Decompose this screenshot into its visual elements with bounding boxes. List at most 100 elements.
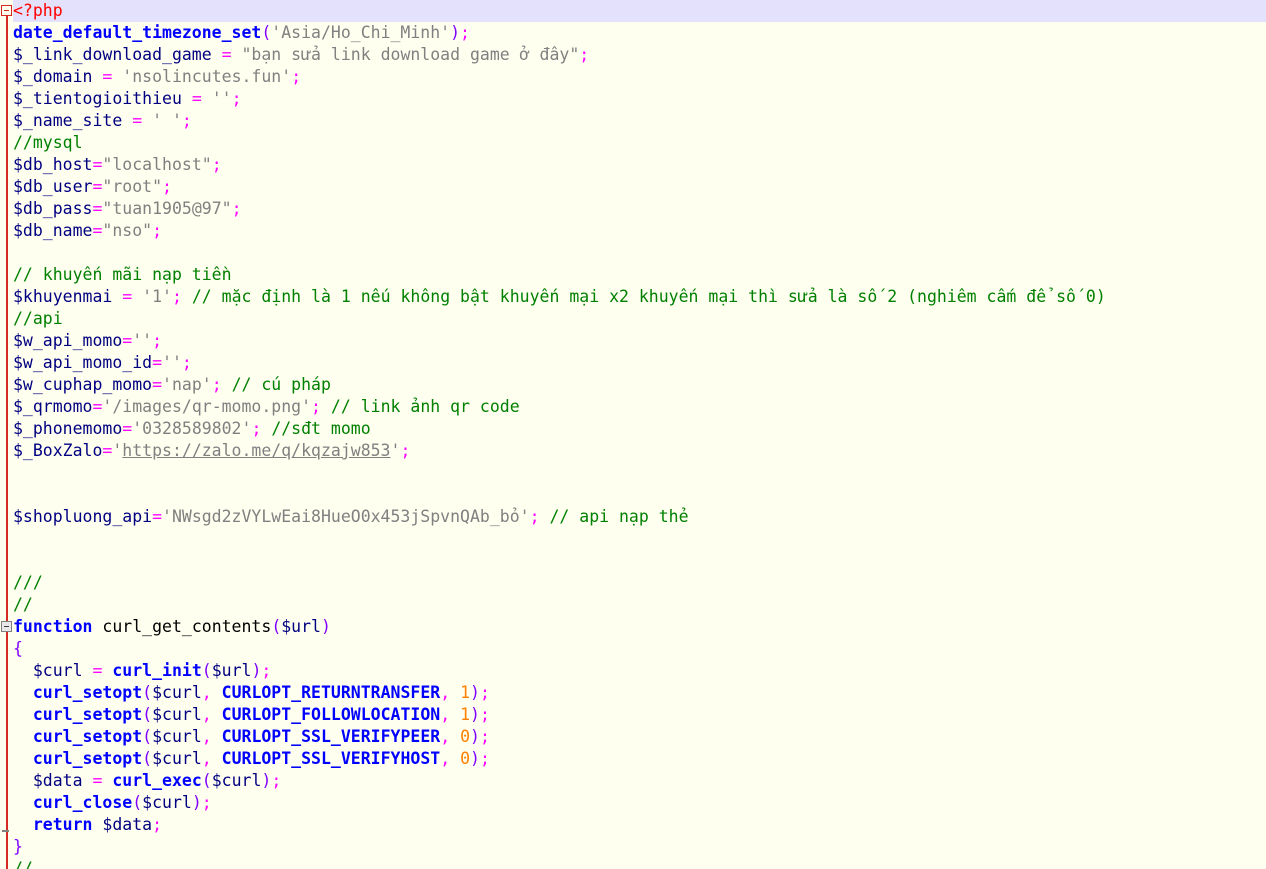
token-var: $_tientogioithieu [13, 89, 182, 108]
token-var: $url [281, 617, 321, 636]
fold-collapse-function-brace[interactable] [1, 621, 12, 632]
code-text-area[interactable]: <?php date_default_timezone_set('Asia/Ho_… [0, 0, 1266, 869]
token-comment: // [13, 859, 33, 869]
code-line[interactable]: // [0, 594, 1266, 616]
fold-collapse-php-block[interactable] [1, 5, 12, 16]
token-default [212, 727, 222, 746]
code-line[interactable]: function curl_get_contents($url) [0, 616, 1266, 638]
token-punct: ) [470, 727, 480, 746]
code-line[interactable]: $_BoxZalo='https://zalo.me/q/kqzajw853'; [0, 440, 1266, 462]
token-default [102, 661, 112, 680]
token-default [102, 771, 112, 790]
token-op: ; [529, 507, 540, 526]
code-line[interactable]: // khuyến mãi nạp tiền [0, 264, 1266, 286]
code-editor-surface[interactable]: <?php date_default_timezone_set('Asia/Ho_… [0, 0, 1266, 869]
fold-end-function-brace[interactable] [2, 830, 9, 832]
code-line[interactable]: $khuyenmai = '1'; // mặc định là 1 nếu k… [0, 286, 1266, 308]
code-line-content: $_name_site = ' '; [0, 110, 192, 132]
token-default [142, 111, 152, 130]
code-line[interactable]: curl_setopt($curl, CURLOPT_FOLLOWLOCATIO… [0, 704, 1266, 726]
token-op: = [92, 397, 103, 416]
code-line[interactable]: curl_close($curl); [0, 792, 1266, 814]
token-comment: //sđt momo [271, 419, 371, 438]
token-default [321, 397, 331, 416]
code-line[interactable]: $_qrmomo='/images/qr-momo.png'; // link … [0, 396, 1266, 418]
token-default [182, 287, 192, 306]
code-line[interactable] [0, 550, 1266, 572]
token-brace: { [13, 639, 23, 658]
token-default [13, 727, 33, 746]
token-func: date_default_timezone_set [13, 23, 262, 42]
fold-margin[interactable] [0, 0, 13, 869]
code-line[interactable]: { [0, 638, 1266, 660]
token-punct: ( [201, 771, 212, 790]
token-default [83, 771, 93, 790]
code-line[interactable]: curl_setopt($curl, CURLOPT_SSL_VERIFYPEE… [0, 726, 1266, 748]
token-var: $curl [152, 705, 202, 724]
code-line-content: curl_setopt($curl, CURLOPT_SSL_VERIFYHOS… [0, 748, 490, 770]
code-line[interactable]: //api [0, 308, 1266, 330]
code-line[interactable] [0, 528, 1266, 550]
code-line[interactable]: $curl = curl_init($url); [0, 660, 1266, 682]
token-punct: ) [321, 617, 331, 636]
token-op: , [440, 705, 451, 724]
token-punct: ( [142, 727, 153, 746]
token-string: "localhost" [102, 155, 212, 174]
code-line[interactable]: //mysql [0, 132, 1266, 154]
code-line[interactable]: } [0, 836, 1266, 858]
token-default [13, 749, 33, 768]
code-line[interactable]: <?php [0, 0, 1266, 22]
token-default [261, 419, 271, 438]
code-line[interactable]: $data = curl_exec($curl); [0, 770, 1266, 792]
token-op: , [201, 749, 212, 768]
code-line-content: $data = curl_exec($curl); [0, 770, 281, 792]
code-line[interactable]: curl_setopt($curl, CURLOPT_RETURNTRANSFE… [0, 682, 1266, 704]
code-line[interactable]: $_link_download_game = "bạn sửa link dow… [0, 44, 1266, 66]
code-line[interactable]: $_domain = 'nsolincutes.fun'; [0, 66, 1266, 88]
token-op: ; [152, 331, 163, 350]
code-line[interactable] [0, 462, 1266, 484]
code-line[interactable]: $db_user="root"; [0, 176, 1266, 198]
code-line[interactable] [0, 484, 1266, 506]
code-line[interactable]: $db_pass="tuan1905@97"; [0, 198, 1266, 220]
token-string: "nso" [102, 221, 153, 240]
code-line-content: $db_host="localhost"; [0, 154, 222, 176]
code-line[interactable]: $w_api_momo=''; [0, 330, 1266, 352]
token-default [212, 749, 222, 768]
code-line[interactable]: $_phonemomo='0328589802'; //sđt momo [0, 418, 1266, 440]
token-op: ; [460, 23, 470, 42]
token-var: $db_pass [13, 199, 93, 218]
token-punct: ( [142, 705, 153, 724]
token-punct: ( [271, 617, 282, 636]
code-line[interactable]: curl_setopt($curl, CURLOPT_SSL_VERIFYHOS… [0, 748, 1266, 770]
token-link[interactable]: https://zalo.me/q/kqzajw853 [122, 441, 390, 460]
code-line[interactable]: $_tientogioithieu = ''; [0, 88, 1266, 110]
code-line[interactable]: /// [0, 572, 1266, 594]
token-op: ; [479, 749, 490, 768]
code-line[interactable]: return $data; [0, 814, 1266, 836]
code-line[interactable]: date_default_timezone_set('Asia/Ho_Chi_M… [0, 22, 1266, 44]
code-line[interactable]: $db_host="localhost"; [0, 154, 1266, 176]
token-op: ; [171, 287, 182, 306]
code-line[interactable]: $_name_site = ' '; [0, 110, 1266, 132]
token-op: = [92, 221, 103, 240]
token-var: $db_name [13, 221, 93, 240]
token-var: $_name_site [13, 111, 123, 130]
code-line[interactable]: $w_api_momo_id=''; [0, 352, 1266, 374]
token-op: = [92, 661, 103, 680]
token-op: , [201, 705, 212, 724]
code-line[interactable]: $shopluong_api='NWsgd2zVYLwEai8HueO0x453… [0, 506, 1266, 528]
token-num: 1 [460, 683, 470, 702]
token-var: $_link_download_game [13, 45, 212, 64]
code-line[interactable]: // [0, 858, 1266, 869]
token-default [92, 67, 102, 86]
token-default [222, 375, 232, 394]
code-line[interactable]: $db_name="nso"; [0, 220, 1266, 242]
token-op: = [122, 287, 133, 306]
code-line[interactable]: $w_cuphap_momo='nap'; // cú pháp [0, 374, 1266, 396]
token-var: $curl [211, 771, 262, 790]
code-line[interactable] [0, 242, 1266, 264]
token-default [112, 67, 122, 86]
token-op: ; [579, 45, 590, 64]
token-func: curl_exec [112, 771, 202, 790]
